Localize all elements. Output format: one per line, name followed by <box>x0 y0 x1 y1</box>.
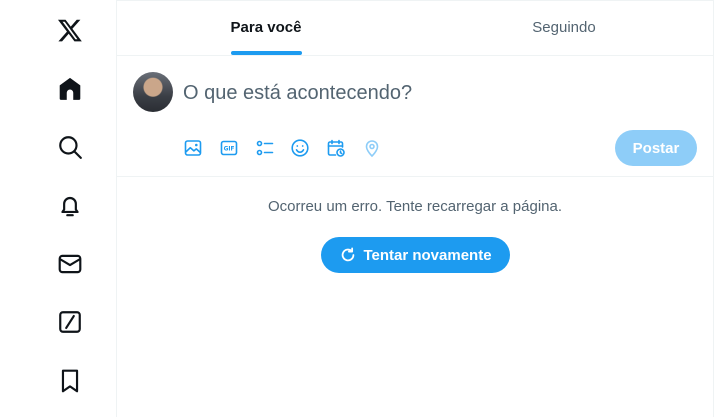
app-root: Para você Seguindo GIF <box>0 0 723 417</box>
retry-button[interactable]: Tentar novamente <box>321 237 510 273</box>
post-button[interactable]: Postar <box>615 130 697 166</box>
bell-icon[interactable] <box>45 181 95 231</box>
active-tab-indicator <box>230 51 302 55</box>
media-icon[interactable] <box>181 136 205 160</box>
emoji-icon[interactable] <box>288 136 312 160</box>
retry-label: Tentar novamente <box>363 246 492 264</box>
poll-icon[interactable] <box>253 136 277 160</box>
post-composer: GIF Postar <box>117 56 713 177</box>
tab-seguindo[interactable]: Seguindo <box>415 0 713 55</box>
timeline-tabs: Para você Seguindo <box>117 0 713 56</box>
tab-label: Seguindo <box>532 19 596 36</box>
sidebar-nav <box>0 0 116 417</box>
refresh-icon <box>342 247 355 262</box>
main-timeline: Para você Seguindo GIF <box>116 0 714 417</box>
tab-para-voce[interactable]: Para você <box>117 0 415 55</box>
grok-icon[interactable] <box>45 297 95 347</box>
gif-icon[interactable]: GIF <box>217 136 241 160</box>
search-icon[interactable] <box>45 122 95 172</box>
location-icon[interactable] <box>360 136 384 160</box>
avatar[interactable] <box>133 72 173 112</box>
svg-text:GIF: GIF <box>224 147 235 153</box>
schedule-icon[interactable] <box>324 136 348 160</box>
tab-label: Para você <box>230 19 302 36</box>
error-message: Ocorreu um erro. Tente recarregar a pági… <box>267 198 563 215</box>
bookmark-icon[interactable] <box>45 356 95 406</box>
compose-input[interactable] <box>183 78 683 108</box>
home-icon[interactable] <box>45 64 95 114</box>
x-logo-icon[interactable] <box>45 5 95 55</box>
mail-icon[interactable] <box>45 239 95 289</box>
